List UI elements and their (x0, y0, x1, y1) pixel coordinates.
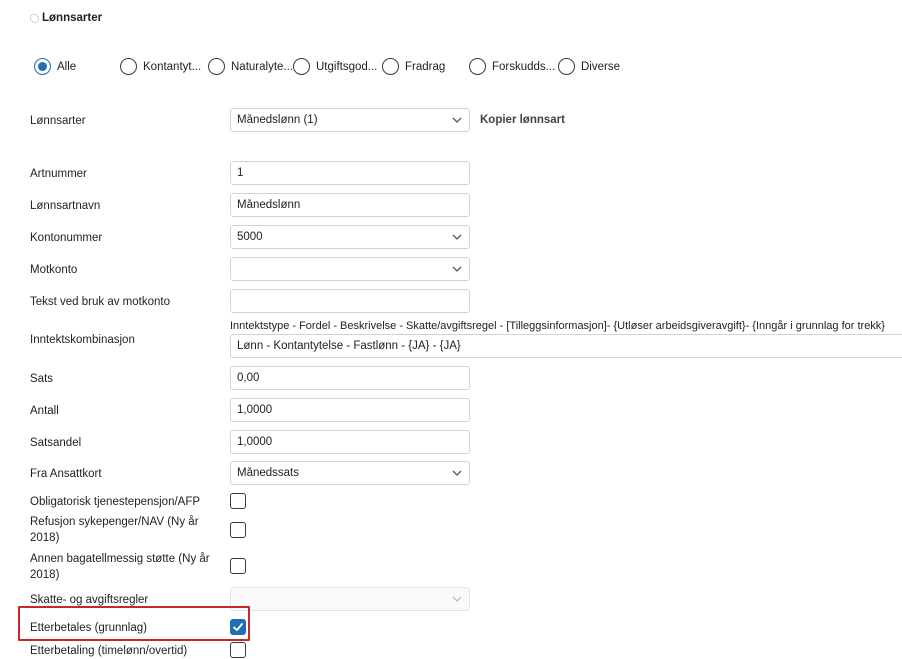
artnummer-input[interactable]: 1 (230, 161, 470, 185)
radio-label: Naturalyte... (231, 60, 293, 73)
radio-label: Alle (57, 60, 77, 73)
radio-label: Kontantyt... (143, 60, 202, 73)
radio-circle[interactable] (382, 58, 399, 75)
fra-ansattkort-select[interactable]: Månedssats (230, 461, 470, 485)
radio-naturalytelse[interactable]: Naturalyte... (208, 58, 293, 75)
antall-value: 1,0000 (237, 404, 273, 416)
chevron-down-icon (452, 266, 462, 272)
bagatell-label: Annen bagatellmessig støtte (Ny år 2018) (30, 553, 210, 581)
kontonummer-label: Kontonummer (30, 232, 103, 244)
antall-label: Antall (30, 405, 59, 417)
otp-checkbox[interactable] (230, 493, 246, 509)
motkonto-select[interactable] (230, 257, 470, 281)
page-title: Lønnsarter (42, 12, 103, 24)
radio-label: Utgiftsgod... (316, 60, 378, 73)
radio-circle[interactable] (293, 58, 310, 75)
fra-ansattkort-label: Fra Ansattkort (30, 468, 102, 480)
radio-circle[interactable] (469, 58, 486, 75)
gear-icon (30, 13, 39, 23)
tekst-motkonto-input[interactable] (230, 289, 470, 313)
inntektskombinasjon-label: Inntektskombinasjon (30, 334, 135, 346)
bagatell-checkbox[interactable] (230, 558, 246, 574)
lonnsarter-value: Månedslønn (1) (237, 114, 318, 126)
motkonto-label: Motkonto (30, 264, 78, 276)
skatte-avgiftsregler-select[interactable] (230, 587, 470, 611)
fra-ansattkort-value: Månedssats (237, 467, 300, 479)
radio-circle-selected[interactable] (34, 58, 51, 75)
refusjon-checkbox[interactable] (230, 522, 246, 538)
radio-diverse[interactable]: Diverse (558, 58, 620, 75)
artnummer-value: 1 (237, 167, 244, 179)
radio-alle[interactable]: Alle (34, 58, 76, 75)
radio-circle[interactable] (558, 58, 575, 75)
satsandel-label: Satsandel (30, 437, 82, 449)
etterbetaling-label: Etterbetaling (timelønn/overtid) (30, 645, 188, 657)
radio-label: Forskudds... (492, 60, 556, 73)
antall-input[interactable]: 1,0000 (230, 398, 470, 422)
radio-forskuddstrekk[interactable]: Forskudds... (469, 58, 555, 75)
satsandel-input[interactable]: 1,0000 (230, 430, 470, 454)
lonnsartnavn-label: Lønnsartnavn (30, 200, 101, 212)
lonnsart-type-filter: Alle Kontantyt... Naturalyte... Utgiftsg… (34, 58, 894, 76)
satsandel-value: 1,0000 (237, 436, 273, 448)
chevron-down-icon (452, 470, 462, 476)
radio-label: Diverse (581, 60, 620, 73)
chevron-down-icon (452, 234, 462, 240)
radio-kontantytelse[interactable]: Kontantyt... (120, 58, 201, 75)
sats-input[interactable]: 0,00 (230, 366, 470, 390)
chevron-down-icon (452, 596, 462, 602)
tekst-motkonto-label: Tekst ved bruk av motkonto (30, 296, 170, 308)
radio-circle[interactable] (208, 58, 225, 75)
artnummer-label: Artnummer (30, 168, 87, 180)
chevron-down-icon (452, 117, 462, 123)
refusjon-label: Refusjon sykepenger/NAV (Ny år 2018) (30, 516, 199, 544)
etterbetaling-checkbox[interactable] (230, 642, 246, 658)
radio-circle[interactable] (120, 58, 137, 75)
kontonummer-select[interactable]: 5000 (230, 225, 470, 249)
sats-value: 0,00 (237, 372, 260, 384)
page-header: Lønnsarter (30, 12, 102, 24)
inntektskombinasjon-header: Inntektstype - Fordel - Beskrivelse - Sk… (230, 320, 885, 332)
lonnsarter-select[interactable]: Månedslønn (1) (230, 108, 470, 132)
kontonummer-value: 5000 (237, 231, 263, 243)
lonnsartnavn-input[interactable]: Månedslønn (230, 193, 470, 217)
inntektskombinasjon-select[interactable]: Lønn - Kontantytelse - Fastlønn - {JA} -… (230, 334, 902, 358)
highlight-box (18, 606, 250, 641)
inntektskombinasjon-value: Lønn - Kontantytelse - Fastlønn - {JA} -… (237, 340, 461, 352)
radio-fradrag[interactable]: Fradrag (382, 58, 445, 75)
radio-label: Fradrag (405, 60, 446, 73)
kopier-lonnsart-button[interactable]: Kopier lønnsart (480, 114, 565, 126)
sats-label: Sats (30, 373, 54, 385)
otp-label: Obligatorisk tjenestepensjon/AFP (30, 496, 201, 508)
lonnsartnavn-value: Månedslønn (237, 199, 301, 211)
radio-utgiftsgodtgjorelse[interactable]: Utgiftsgod... (293, 58, 377, 75)
lonnsarter-label: Lønnsarter (30, 115, 86, 127)
